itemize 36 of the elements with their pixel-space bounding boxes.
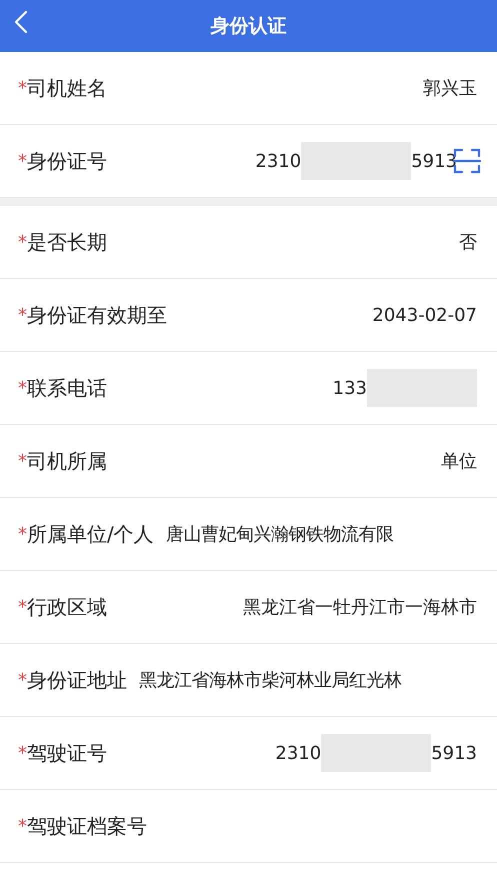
back-icon[interactable] [14, 10, 28, 34]
field-label: 行政区域 [27, 594, 107, 620]
field-label: 所属单位/个人 [27, 520, 154, 548]
field-label: 驾驶证号 [27, 740, 107, 766]
field-label: 身份证号 [27, 148, 107, 174]
field-label: 身份证地址 [27, 666, 127, 694]
field-value: 唐山曹妃甸兴瀚钢铁物流有限 [166, 523, 394, 546]
field-label: 联系电话 [27, 374, 107, 402]
field-value: 否 [459, 231, 477, 254]
required-mark: * [18, 150, 27, 172]
required-mark: * [18, 742, 27, 764]
field-value: 2043-02-07 [372, 304, 477, 326]
required-mark: * [18, 596, 27, 618]
field-label: 身份证有效期至 [27, 302, 167, 328]
field-value: 2310 [255, 150, 302, 172]
field-value: 5913 [431, 742, 477, 764]
field-value: 黑龙江省一牡丹江市一海林市 [243, 596, 477, 619]
required-mark: * [18, 232, 27, 252]
field-label: 驾驶证档案号 [27, 812, 147, 840]
field-label: 司机所属 [27, 448, 107, 474]
field-value: 133 [332, 378, 367, 398]
field-value: 黑龙江省海林市柴河林业局红光林 [139, 669, 402, 692]
field-value: 郭兴玉 [423, 77, 477, 100]
required-mark: * [18, 816, 27, 836]
field-value: 单位 [441, 450, 477, 473]
required-mark: * [18, 524, 27, 544]
required-mark: * [18, 378, 27, 398]
field-label: 司机姓名 [27, 74, 107, 102]
required-mark: * [18, 670, 27, 690]
field-label: 是否长期 [27, 228, 107, 256]
page-title: 身份认证 [210, 14, 286, 39]
required-mark: * [18, 304, 27, 326]
field-value: 2310 [275, 742, 322, 764]
field-value: 5913 [411, 150, 457, 172]
required-mark: * [18, 450, 27, 472]
required-mark: * [18, 78, 27, 98]
